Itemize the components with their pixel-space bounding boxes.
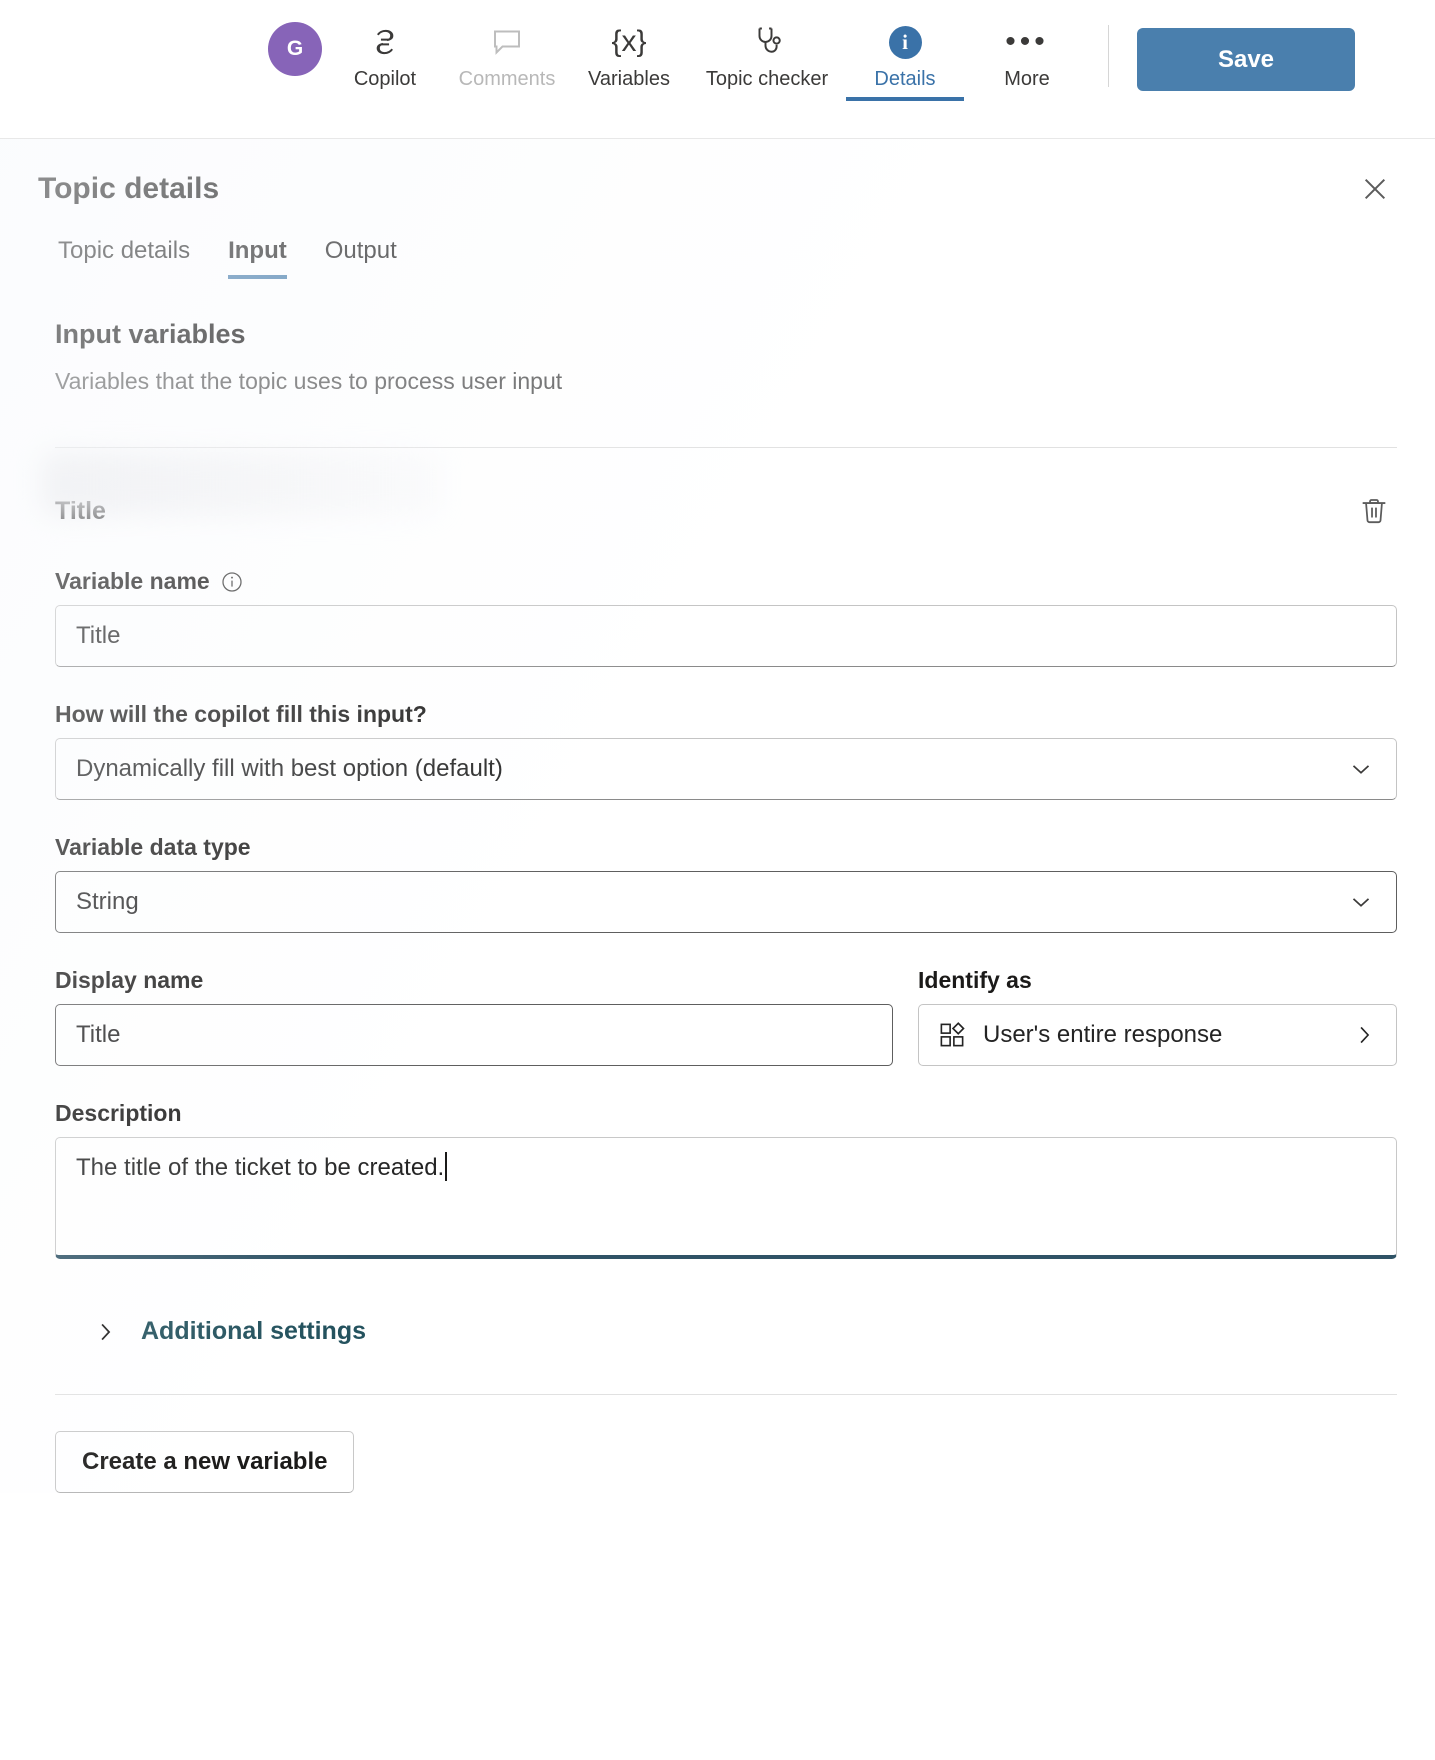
variable-name-input[interactable]: Title xyxy=(55,605,1397,667)
fill-mode-value: Dynamically fill with best option (defau… xyxy=(76,755,503,782)
text-caret xyxy=(445,1152,448,1181)
description-textarea[interactable]: The title of the ticket to be created. xyxy=(55,1137,1397,1259)
comment-icon xyxy=(489,22,525,62)
info-circle-icon: i xyxy=(888,22,922,62)
data-type-dropdown[interactable]: String xyxy=(55,871,1397,933)
ellipsis-icon: ••• xyxy=(1005,25,1049,58)
toolbar-item-details[interactable]: i Details xyxy=(846,0,964,101)
panel-content: Input variables Variables that the topic… xyxy=(0,319,1435,1493)
display-name-input[interactable]: Title xyxy=(55,1004,893,1066)
footer-divider xyxy=(55,1394,1397,1395)
tab-input[interactable]: Input xyxy=(228,237,287,279)
description-label: Description xyxy=(55,1100,182,1126)
variable-card-title: Title xyxy=(55,496,106,525)
entity-grid-icon xyxy=(937,1020,967,1050)
variable-card-header: Title xyxy=(41,452,1397,534)
toolbar-item-variables[interactable]: {x} Variables xyxy=(570,0,688,101)
identify-as-label: Identify as xyxy=(918,967,1032,993)
toolbar-divider xyxy=(1108,25,1109,87)
copilot-icon xyxy=(367,22,403,62)
additional-settings-toggle[interactable]: Additional settings xyxy=(91,1317,366,1346)
toolbar-label-details: Details xyxy=(874,68,936,90)
additional-settings-label: Additional settings xyxy=(141,1317,366,1345)
app-toolbar: G Copilot Comments {x} Variables Topic c… xyxy=(0,0,1435,139)
fill-mode-dropdown[interactable]: Dynamically fill with best option (defau… xyxy=(55,738,1397,800)
toolbar-label-variables: Variables xyxy=(588,68,670,90)
chevron-down-icon xyxy=(1346,754,1376,784)
toolbar-item-more[interactable]: ••• More xyxy=(968,0,1086,101)
close-icon[interactable] xyxy=(1353,167,1397,211)
toolbar-label-comments: Comments xyxy=(458,68,556,90)
topic-details-panel: Topic details Topic details Input Output… xyxy=(0,139,1435,1493)
data-type-label: Variable data type xyxy=(55,834,251,860)
display-name-label: Display name xyxy=(55,967,204,993)
toolbar-item-topic-checker[interactable]: Topic checker xyxy=(692,0,842,101)
avatar[interactable]: G xyxy=(268,22,322,76)
page-title: Topic details xyxy=(38,172,220,205)
save-button[interactable]: Save xyxy=(1137,28,1355,91)
panel-header: Topic details xyxy=(0,139,1435,211)
create-new-variable-button[interactable]: Create a new variable xyxy=(55,1431,355,1493)
toolbar-item-comments[interactable]: Comments xyxy=(448,0,566,101)
input-variables-heading: Input variables xyxy=(55,319,246,349)
trash-icon[interactable] xyxy=(1351,488,1397,534)
chevron-right-icon xyxy=(91,1318,119,1346)
identify-as-value: User's entire response xyxy=(983,1021,1223,1048)
panel-tabs: Topic details Input Output xyxy=(0,211,1435,279)
identify-as-selector[interactable]: User's entire response xyxy=(918,1004,1397,1066)
toolbar-label-copilot: Copilot xyxy=(353,68,417,90)
stethoscope-icon xyxy=(749,22,785,62)
info-icon[interactable] xyxy=(220,570,244,594)
toolbar-item-copilot[interactable]: Copilot xyxy=(326,0,444,101)
chevron-right-icon xyxy=(1350,1021,1378,1049)
fill-mode-label: How will the copilot fill this input? xyxy=(55,701,427,727)
description-value: The title of the ticket to be created. xyxy=(76,1154,445,1181)
toolbar-label-more: More xyxy=(1004,68,1050,90)
section-divider xyxy=(55,447,1397,448)
toolbar-label-topic-checker: Topic checker xyxy=(705,68,829,90)
variables-icon: {x} xyxy=(611,25,647,58)
tab-topic-details[interactable]: Topic details xyxy=(58,237,190,279)
tab-output[interactable]: Output xyxy=(325,237,397,279)
data-type-value: String xyxy=(76,888,139,915)
variable-name-label: Variable name xyxy=(55,568,1397,595)
active-tab-underline xyxy=(846,97,964,101)
chevron-down-icon xyxy=(1346,887,1376,917)
input-variables-subtitle: Variables that the topic uses to process… xyxy=(55,368,563,394)
